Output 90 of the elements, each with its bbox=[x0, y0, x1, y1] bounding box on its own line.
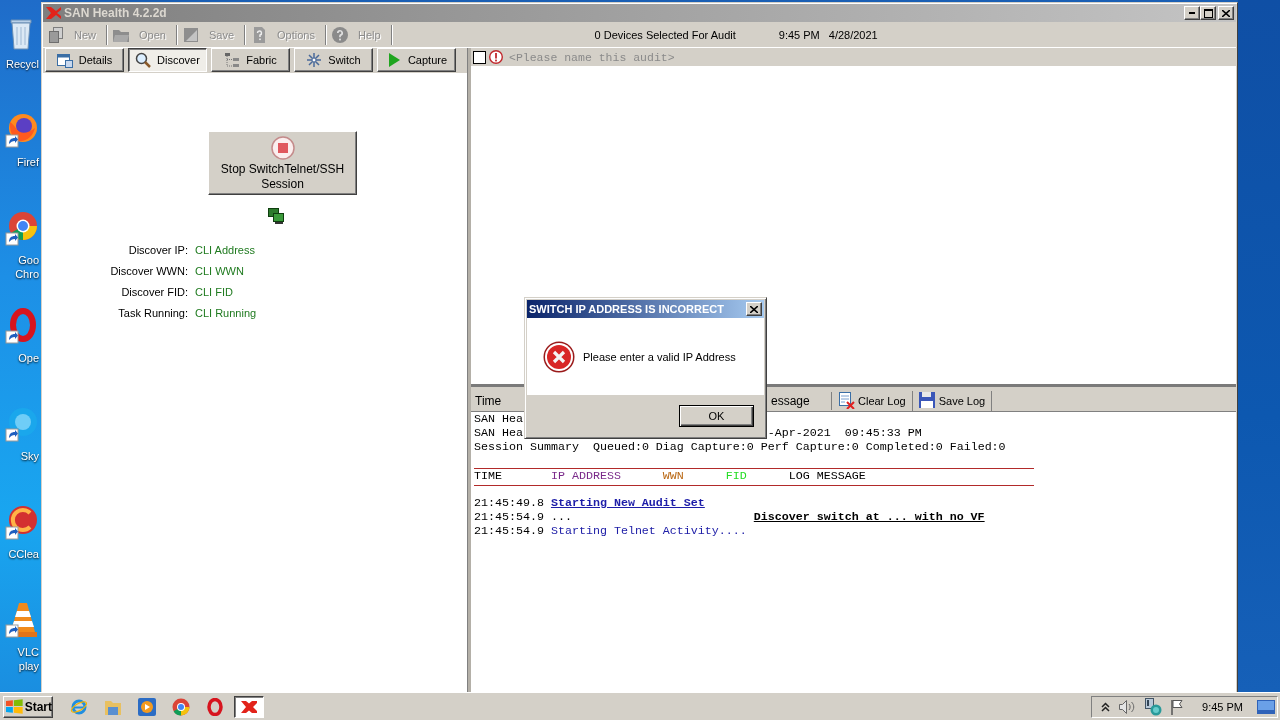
maximize-icon bbox=[1203, 8, 1213, 18]
logo-icon bbox=[46, 7, 61, 19]
globe-icon bbox=[70, 697, 88, 716]
close-icon bbox=[1222, 9, 1230, 17]
network-icon bbox=[268, 208, 285, 224]
field-label: Discover FID: bbox=[121, 285, 188, 300]
field-label: Task Running: bbox=[118, 306, 188, 321]
clear-document-icon bbox=[838, 392, 855, 409]
show-desktop-icon[interactable] bbox=[1257, 699, 1275, 714]
log-address: ... bbox=[550, 510, 572, 524]
media-player-icon bbox=[138, 697, 156, 716]
field-label: Discover IP: bbox=[128, 243, 188, 258]
log-column-label: WWN bbox=[662, 469, 684, 483]
log-line: Session Summary Queued:0 Diag Capture:0 Perf Capture:0 Completed:0 Failed:0 bbox=[474, 440, 1006, 454]
stop-session-button[interactable]: Stop SwitchTelnet/SSH Session bbox=[208, 131, 357, 195]
log-line: SAN Hea bbox=[474, 412, 523, 426]
desktop-icon-label[interactable]: Ope bbox=[18, 351, 41, 365]
log-line: SAN Hea bbox=[474, 426, 523, 440]
desktop-icon-label[interactable]: CClea bbox=[8, 547, 41, 561]
chevron-up-icon[interactable] bbox=[1101, 701, 1111, 712]
field-value: CLI Running bbox=[195, 306, 257, 321]
traffic-cone-icon[interactable] bbox=[5, 600, 37, 640]
tab[interactable]: Capture bbox=[377, 48, 456, 72]
save-icon bbox=[918, 392, 936, 409]
column-header[interactable]: Time bbox=[475, 393, 502, 408]
warning-icon bbox=[489, 50, 503, 64]
desktop-icon-label[interactable]: Recycl bbox=[6, 57, 41, 71]
tree-icon bbox=[224, 52, 241, 68]
desktop-icon-label[interactable]: Goo bbox=[18, 253, 41, 267]
log-action-button[interactable]: Save Log bbox=[918, 390, 993, 411]
field-value: CLI FID bbox=[195, 285, 233, 300]
ok-button[interactable]: OK bbox=[679, 404, 754, 427]
network-icon[interactable] bbox=[1144, 697, 1163, 716]
field-value: CLI WWN bbox=[195, 264, 244, 279]
minimize-icon bbox=[1189, 12, 1195, 14]
log-message: Discover switch at ... with no VF bbox=[753, 510, 985, 524]
flag-logo-icon bbox=[6, 699, 23, 714]
tab[interactable]: Details bbox=[45, 48, 124, 72]
browser-icon bbox=[172, 697, 190, 716]
field-label: Discover WWN: bbox=[110, 264, 188, 279]
desktop-icon-label[interactable]: Sky bbox=[20, 449, 41, 463]
speaker-icon[interactable] bbox=[1118, 698, 1137, 715]
close-button[interactable] bbox=[1218, 6, 1234, 20]
flag-icon[interactable] bbox=[1170, 698, 1185, 715]
clock[interactable]: 9:45 PM bbox=[1202, 700, 1243, 713]
audit-name-field[interactable]: <Please name this audit> bbox=[509, 49, 809, 65]
desktop-icon-label[interactable]: play bbox=[18, 659, 41, 673]
asterisk-icon bbox=[306, 52, 323, 68]
ring-icon bbox=[206, 697, 224, 716]
status-time: 9:45 PM bbox=[778, 28, 820, 41]
page-question-icon bbox=[251, 26, 267, 43]
window-title: SAN Health 4.2.2d bbox=[64, 6, 167, 20]
status-text: 0 Devices Selected For Audit bbox=[594, 28, 736, 41]
stop-icon bbox=[270, 136, 295, 160]
log-column-label: FID bbox=[725, 469, 747, 483]
document-icon bbox=[48, 26, 64, 43]
log-column-label: LOG MESSAGE bbox=[788, 469, 866, 483]
log-action-button[interactable]: Clear Log bbox=[838, 390, 913, 411]
checkbox[interactable] bbox=[473, 50, 486, 64]
minimize-button[interactable] bbox=[1184, 6, 1200, 20]
log-line: -Apr-2021 09:45:33 PM bbox=[767, 426, 922, 440]
start-button[interactable]: Start bbox=[3, 695, 53, 718]
log-message: Starting Telnet Activity.... bbox=[550, 524, 747, 538]
tab[interactable]: Switch bbox=[294, 48, 373, 72]
desktop-icon-label[interactable]: VLC bbox=[17, 645, 41, 659]
desktop-icon-label[interactable]: Firef bbox=[17, 155, 41, 169]
log-column-label: TIME bbox=[474, 469, 502, 483]
log-column-label: IP ADDRESS bbox=[550, 469, 621, 483]
column-header[interactable]: essage bbox=[771, 393, 810, 408]
close-icon bbox=[750, 305, 758, 313]
error-icon bbox=[543, 340, 575, 373]
help-icon bbox=[331, 26, 348, 43]
field-value: CLI Address bbox=[195, 243, 255, 258]
maximize-button[interactable] bbox=[1200, 6, 1216, 20]
tab[interactable]: Discover bbox=[128, 48, 207, 72]
ring-icon[interactable] bbox=[5, 306, 37, 346]
dialog-message: Please enter a valid IP Address bbox=[583, 350, 736, 363]
document-icon bbox=[56, 52, 73, 68]
taskbar-button[interactable] bbox=[234, 695, 264, 718]
dialog-title: SWITCH IP ADDRESS IS INCORRECT bbox=[529, 303, 724, 315]
close-button[interactable] bbox=[746, 302, 762, 316]
tab[interactable]: Fabric bbox=[211, 48, 290, 72]
status-date: 4/28/2021 bbox=[828, 28, 878, 41]
log-time: 21:45:54.9 bbox=[474, 524, 544, 538]
search-icon bbox=[135, 52, 152, 68]
desktop-icon-label[interactable]: Chro bbox=[15, 267, 41, 281]
log-time: 21:45:49.8 bbox=[474, 496, 544, 510]
log-message: Starting New Audit Set bbox=[550, 496, 705, 510]
log-time: 21:45:54.9 bbox=[474, 510, 544, 524]
save-icon bbox=[182, 26, 199, 43]
